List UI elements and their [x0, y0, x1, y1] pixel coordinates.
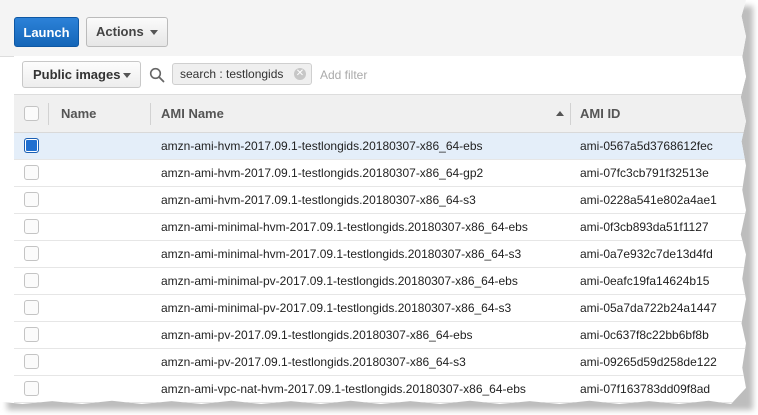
ami-id-cell: ami-07fc3cb791f32513e — [580, 166, 709, 180]
clear-icon[interactable]: ✕ — [294, 68, 306, 80]
column-header-name[interactable]: Name — [61, 95, 96, 132]
screenshot-frame: Launch Actions Public images search : te… — [0, 0, 746, 404]
ami-id-cell: ami-05a7da722b24a1447 — [580, 301, 717, 315]
ami-table: Name AMI Name AMI ID amzn-ami-hvm-2017.0… — [14, 95, 746, 403]
ami-id-cell: ami-07f163783dd09f8ad — [580, 382, 711, 396]
ami-name-cell: amzn-ami-minimal-hvm-2017.09.1-testlongi… — [161, 220, 528, 234]
ami-name-cell: amzn-ami-minimal-hvm-2017.09.1-testlongi… — [161, 247, 522, 261]
column-divider — [48, 103, 49, 125]
search-filter-token[interactable]: search : testlongids ✕ — [172, 63, 312, 85]
table-row[interactable]: amzn-ami-minimal-hvm-2017.09.1-testlongi… — [14, 241, 746, 268]
ami-id-cell: ami-09265d59d258de122 — [580, 355, 717, 369]
filter-token-label: search : testlongids — [180, 67, 284, 81]
image-scope-label: Public images — [33, 67, 121, 82]
row-checkbox[interactable] — [24, 327, 39, 342]
select-all-checkbox[interactable] — [24, 106, 39, 121]
ami-id-cell: ami-0567a5d3768612fec — [580, 139, 713, 153]
table-row[interactable]: amzn-ami-hvm-2017.09.1-testlongids.20180… — [14, 160, 746, 187]
ami-id-cell: ami-0eafc19fa14624b15 — [580, 274, 710, 288]
table-row[interactable]: amzn-ami-vpc-nat-hvm-2017.09.1-testlongi… — [14, 376, 746, 403]
ami-name-cell: amzn-ami-minimal-pv-2017.09.1-testlongid… — [161, 274, 518, 288]
column-divider — [570, 103, 571, 125]
ami-id-cell: ami-0c637f8c22bb6bf8b — [580, 328, 709, 342]
ami-id-cell: ami-0f3cb893da51f1127 — [580, 220, 709, 234]
ami-name-cell: amzn-ami-vpc-nat-hvm-2017.09.1-testlongi… — [161, 382, 526, 396]
row-checkbox[interactable] — [24, 165, 39, 180]
actions-label: Actions — [96, 24, 144, 39]
column-header-ami-id[interactable]: AMI ID — [580, 95, 620, 132]
add-filter-input[interactable]: Add filter — [320, 68, 367, 82]
column-header-ami-name[interactable]: AMI Name — [161, 95, 224, 132]
table-row[interactable]: amzn-ami-minimal-pv-2017.09.1-testlongid… — [14, 268, 746, 295]
ami-id-cell: ami-0228a541e802a4ae1 — [580, 193, 717, 207]
caret-down-icon — [150, 30, 158, 35]
toolbar: Launch Actions — [0, 0, 746, 57]
ami-name-cell: amzn-ami-hvm-2017.09.1-testlongids.20180… — [161, 193, 476, 207]
row-checkbox[interactable] — [24, 354, 39, 369]
table-row[interactable]: amzn-ami-hvm-2017.09.1-testlongids.20180… — [14, 187, 746, 214]
column-divider — [150, 103, 151, 125]
launch-button[interactable]: Launch — [14, 17, 79, 47]
filter-bar: Public images search : testlongids ✕ Add… — [14, 56, 746, 95]
ami-name-cell: amzn-ami-hvm-2017.09.1-testlongids.20180… — [161, 139, 483, 153]
row-checkbox[interactable] — [24, 273, 39, 288]
image-scope-select[interactable]: Public images — [22, 61, 141, 88]
sort-ascending-icon[interactable] — [556, 111, 564, 116]
ami-id-cell: ami-0a7e932c7de13d4fd — [580, 247, 713, 261]
table-row[interactable]: amzn-ami-pv-2017.09.1-testlongids.201803… — [14, 322, 746, 349]
row-checkbox[interactable] — [24, 138, 39, 153]
ami-name-cell: amzn-ami-pv-2017.09.1-testlongids.201803… — [161, 328, 473, 342]
table-row[interactable]: amzn-ami-minimal-pv-2017.09.1-testlongid… — [14, 295, 746, 322]
row-checkbox[interactable] — [24, 381, 39, 396]
table-header: Name AMI Name AMI ID — [14, 95, 746, 133]
table-row[interactable]: amzn-ami-hvm-2017.09.1-testlongids.20180… — [14, 133, 746, 160]
table-row[interactable]: amzn-ami-pv-2017.09.1-testlongids.201803… — [14, 349, 746, 376]
table-row[interactable]: amzn-ami-minimal-hvm-2017.09.1-testlongi… — [14, 214, 746, 241]
ami-name-cell: amzn-ami-pv-2017.09.1-testlongids.201803… — [161, 355, 466, 369]
row-checkbox[interactable] — [24, 246, 39, 261]
row-checkbox[interactable] — [24, 219, 39, 234]
ami-name-cell: amzn-ami-minimal-pv-2017.09.1-testlongid… — [161, 301, 512, 315]
caret-down-icon — [123, 73, 131, 78]
table-body: amzn-ami-hvm-2017.09.1-testlongids.20180… — [14, 133, 746, 403]
search-icon — [149, 67, 165, 83]
row-checkbox[interactable] — [24, 192, 39, 207]
ami-name-cell: amzn-ami-hvm-2017.09.1-testlongids.20180… — [161, 166, 484, 180]
actions-dropdown-button[interactable]: Actions — [86, 17, 168, 47]
row-checkbox[interactable] — [24, 300, 39, 315]
